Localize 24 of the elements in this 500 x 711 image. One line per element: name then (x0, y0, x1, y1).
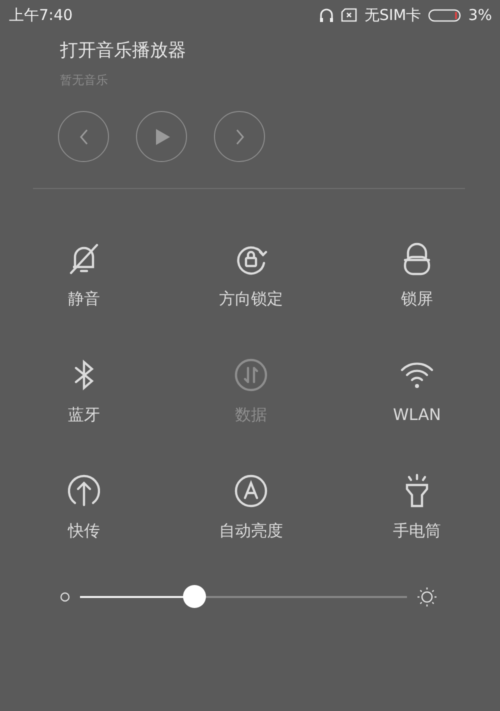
battery-percent: 3% (468, 4, 492, 26)
sim-icon (341, 8, 358, 22)
auto-brightness-icon (233, 473, 269, 509)
toggle-button[interactable]: 锁屏 (334, 241, 500, 311)
battery-icon (428, 8, 462, 22)
carrier-text: 无SIM卡 (364, 4, 422, 26)
previous-button[interactable] (58, 111, 109, 162)
toggle-button[interactable]: 蓝牙 (0, 357, 168, 427)
toggle-button[interactable]: 静音 (0, 241, 168, 311)
upload-icon (66, 473, 102, 509)
headphones-icon (319, 8, 334, 22)
next-button[interactable] (214, 111, 265, 162)
slider-thumb[interactable] (183, 585, 206, 608)
data-transfer-icon (233, 357, 269, 393)
status-time: 上午7:40 (9, 4, 73, 26)
play-button[interactable] (136, 111, 187, 162)
music-title: 打开音乐播放器 (60, 39, 186, 63)
toggle-button[interactable]: 手电筒 (334, 473, 500, 543)
toggle-button[interactable]: 自动亮度 (168, 473, 334, 543)
toggle-button[interactable]: 快传 (0, 473, 168, 543)
toggle-button[interactable]: 方向锁定 (168, 241, 334, 311)
sun-icon (417, 586, 437, 606)
dim-icon (60, 592, 70, 602)
toggle-button[interactable]: WLAN (334, 357, 500, 427)
